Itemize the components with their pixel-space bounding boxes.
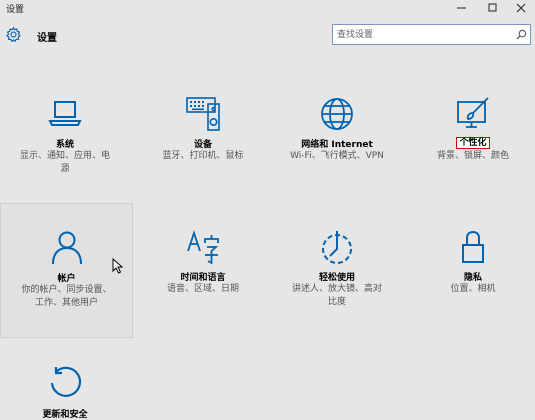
search-box[interactable] [332, 24, 531, 45]
close-icon [516, 3, 526, 13]
tile-title: 轻松使用 [318, 273, 355, 283]
tile-personalization[interactable]: 个性化 背景、锁屏、颜色 [408, 80, 535, 215]
time-language-icon [187, 230, 219, 265]
minimize-icon [457, 7, 466, 9]
minimize-button[interactable] [447, 0, 477, 16]
globe-icon [321, 98, 353, 130]
tile-title: 更新和安全 [42, 410, 88, 420]
lock-icon [462, 230, 484, 263]
tile-update-security[interactable]: 更新和安全 [0, 340, 130, 420]
tile-devices[interactable]: 设备 蓝牙、打印机、鼠标 [138, 80, 268, 215]
page-title: 设置 [37, 33, 57, 44]
tile-title: 隐私 [463, 273, 482, 283]
highlight-box: 个性化 [456, 137, 490, 149]
person-icon [51, 231, 82, 265]
tile-description: 你的帐户、同步设置、 工作、其他用户 [21, 285, 112, 308]
window-title: 设置 [6, 5, 25, 15]
paint-monitor-icon [457, 97, 489, 128]
title-bar: 设置 [0, 0, 535, 16]
update-arrow-icon [50, 366, 82, 397]
close-button[interactable] [506, 0, 535, 16]
tile-title: 个性化 [408, 135, 535, 149]
tile-title: 时间和语言 [180, 273, 226, 283]
maximize-button[interactable] [478, 0, 508, 16]
search-icon[interactable] [516, 29, 527, 40]
keyboard-device-icon [186, 97, 220, 131]
tile-description: 蓝牙、打印机、鼠标 [162, 151, 244, 161]
tile-ease-of-access[interactable]: 轻松使用 讲述人、放大镜、高对 比度 [272, 203, 402, 338]
search-input[interactable] [337, 27, 507, 42]
tile-description: 背景、锁屏、颜色 [436, 151, 509, 161]
tile-network[interactable]: 网络和 Internet Wi-Fi、飞行模式、VPN [272, 80, 402, 215]
tile-title: 系统 [55, 140, 74, 150]
maximize-icon [488, 3, 497, 12]
tile-description: 语音、区域、日期 [166, 284, 239, 294]
tile-description: 位置、相机 [450, 284, 496, 294]
gear-icon[interactable] [5, 26, 22, 43]
tile-description: 显示、通知、应用、电 源 [19, 151, 110, 174]
tile-title: 网络和 Internet [301, 140, 373, 150]
tile-title: 设备 [193, 140, 212, 150]
ease-of-access-icon [322, 231, 352, 264]
tile-system[interactable]: 系统 显示、通知、应用、电 源 [0, 80, 130, 215]
tile-time-language[interactable]: 时间和语言 语音、区域、日期 [138, 203, 268, 338]
tile-description: 讲述人、放大镜、高对 比度 [291, 284, 382, 307]
monitor-icon [48, 101, 82, 126]
tile-privacy[interactable]: 隐私 位置、相机 [408, 203, 535, 338]
tile-description: Wi-Fi、飞行模式、VPN [290, 151, 384, 161]
mouse-cursor-icon [112, 258, 124, 274]
